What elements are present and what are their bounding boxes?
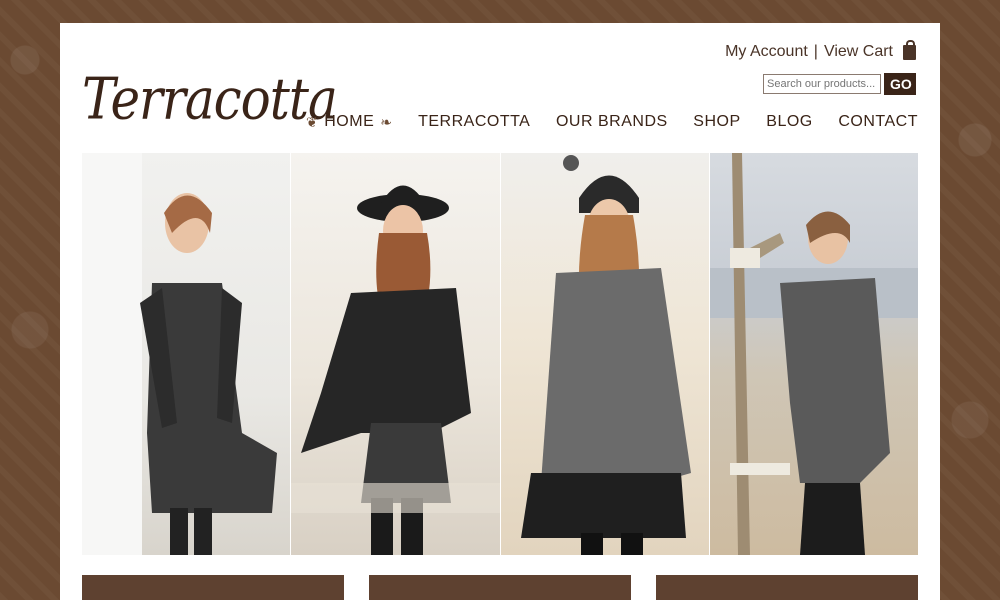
search-input[interactable] [763, 74, 881, 94]
gallery-photo-3[interactable] [500, 153, 709, 555]
shopping-bag-icon[interactable] [903, 39, 916, 60]
leaf-ornament-icon: ❦ [306, 113, 319, 130]
nav-item-terracotta[interactable]: TERRACOTTA [418, 113, 530, 131]
account-separator: | [813, 43, 818, 60]
brand-logo[interactable]: Terracotta [82, 59, 338, 139]
nav-item-shop[interactable]: SHOP [693, 113, 740, 131]
hero-gallery [82, 153, 918, 555]
nav-label-home: HOME [324, 113, 375, 130]
my-account-link[interactable]: My Account [725, 43, 808, 61]
account-links: My Account | View Cart [725, 39, 916, 61]
search-form: GO [763, 73, 916, 95]
logo-text: Terracotta [82, 65, 338, 133]
main-nav: ❦ HOME ❧ TERRACOTTA OUR BRANDS SHOP BLOG… [306, 113, 918, 131]
promo-banners [82, 575, 918, 600]
promo-banner-1[interactable] [82, 575, 344, 600]
nav-label-contact: CONTACT [838, 113, 918, 130]
promo-banner-3[interactable] [656, 575, 918, 600]
fashion-model-image [709, 153, 918, 555]
leaf-ornament-icon: ❧ [380, 113, 393, 130]
nav-item-contact[interactable]: CONTACT [838, 113, 918, 131]
gallery-photo-4[interactable] [709, 153, 918, 555]
nav-label-terracotta: TERRACOTTA [418, 113, 531, 130]
fashion-model-image [82, 153, 277, 555]
gallery-photo-1[interactable] [82, 153, 291, 555]
nav-item-home[interactable]: ❦ HOME ❧ [306, 113, 392, 131]
nav-label-our-brands: OUR BRANDS [555, 113, 668, 130]
page-container: Terracotta My Account | View Cart GO ❦ H… [60, 23, 940, 600]
nav-item-blog[interactable]: BLOG [766, 113, 812, 131]
search-go-button[interactable]: GO [884, 73, 916, 95]
nav-label-shop: SHOP [693, 113, 741, 130]
fashion-model-image [520, 155, 691, 555]
gallery-photo-2[interactable] [291, 153, 500, 555]
nav-label-blog: BLOG [766, 113, 813, 130]
view-cart-link[interactable]: View Cart [824, 43, 893, 61]
fashion-model-image [291, 185, 500, 555]
nav-item-our-brands[interactable]: OUR BRANDS [556, 113, 668, 131]
promo-banner-2[interactable] [369, 575, 631, 600]
